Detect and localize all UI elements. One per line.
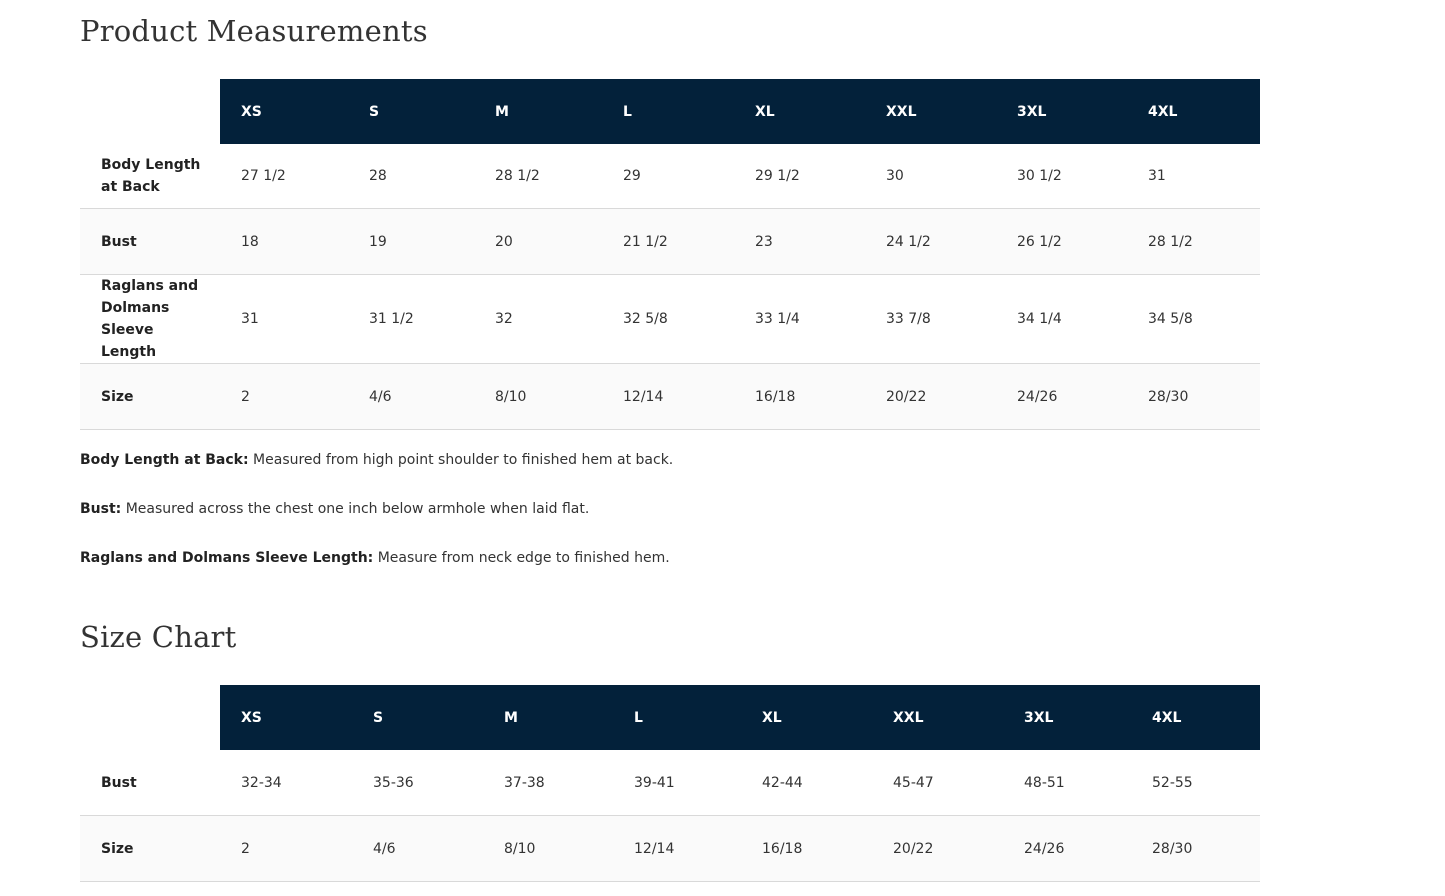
size-header: XL <box>741 685 872 750</box>
table-cell: 34 5/8 <box>1127 274 1260 364</box>
table-cell: 20 <box>474 208 602 275</box>
table-cell: 32 5/8 <box>602 274 734 364</box>
table-cell: 31 <box>1127 144 1260 209</box>
table-cell: 29 <box>602 144 734 209</box>
size-header: XXL <box>872 685 1003 750</box>
table-cell: 4/6 <box>352 815 483 882</box>
table-cell: 30 <box>865 144 996 209</box>
table-cell: 2 <box>220 815 352 882</box>
table-row: Bust 18 19 20 21 1/2 23 24 1/2 26 1/2 28… <box>80 208 1260 275</box>
note-text: Measured across the chest one inch below… <box>121 501 590 517</box>
table-cell: 20/22 <box>872 815 1003 882</box>
table-cell: 28/30 <box>1131 815 1260 882</box>
note-text: Measured from high point shoulder to fin… <box>248 452 674 468</box>
table-cell: 28 <box>348 144 474 209</box>
table-cell: 18 <box>220 208 348 275</box>
table-cell: 32-34 <box>220 750 352 816</box>
table-row: Body Length at Back 27 1/2 28 28 1/2 29 … <box>80 144 1260 209</box>
table-row: Size 2 4/6 8/10 12/14 16/18 20/22 24/26 … <box>80 815 1260 882</box>
table-row: Bust 32-34 35-36 37-38 39-41 42-44 45-47… <box>80 750 1260 816</box>
table-row: Raglans and Dolmans Sleeve Length 31 31 … <box>80 274 1260 364</box>
table-cell: 27 1/2 <box>220 144 348 209</box>
row-label: Raglans and Dolmans Sleeve Length <box>80 274 220 364</box>
table-cell: 16/18 <box>734 363 865 430</box>
size-header: 4XL <box>1127 79 1260 144</box>
table-cell: 48-51 <box>1003 750 1131 816</box>
table-cell: 26 1/2 <box>996 208 1127 275</box>
table-cell: 28/30 <box>1127 363 1260 430</box>
size-header: XS <box>220 685 352 750</box>
table-cell: 24 1/2 <box>865 208 996 275</box>
header-row: XS S M L XL XXL 3XL 4XL <box>80 79 1260 144</box>
row-label: Size <box>80 815 220 882</box>
table-row: Size 2 4/6 8/10 12/14 16/18 20/22 24/26 … <box>80 363 1260 430</box>
product-measurements-table: XS S M L XL XXL 3XL 4XL Body Length at B… <box>80 79 1260 430</box>
size-header: L <box>602 79 734 144</box>
table-cell: 4/6 <box>348 363 474 430</box>
table-cell: 23 <box>734 208 865 275</box>
size-header: S <box>348 79 474 144</box>
size-header: XL <box>734 79 865 144</box>
table-cell: 52-55 <box>1131 750 1260 816</box>
size-header: M <box>474 79 602 144</box>
size-chart-table: XS S M L XL XXL 3XL 4XL Bust 32-34 35-36… <box>80 685 1260 882</box>
table-cell: 16/18 <box>741 815 872 882</box>
table-cell: 21 1/2 <box>602 208 734 275</box>
measurement-notes: Body Length at Back: Measured from high … <box>80 451 1260 598</box>
table-cell: 24/26 <box>996 363 1127 430</box>
table-cell: 2 <box>220 363 348 430</box>
size-header: S <box>352 685 483 750</box>
note-term: Body Length at Back: <box>80 452 249 468</box>
table-cell: 12/14 <box>602 363 734 430</box>
table-cell: 34 1/4 <box>996 274 1127 364</box>
note-term: Raglans and Dolmans Sleeve Length: <box>80 550 374 566</box>
table-cell: 8/10 <box>474 363 602 430</box>
size-header: XS <box>220 79 348 144</box>
table-cell: 24/26 <box>1003 815 1131 882</box>
header-corner <box>80 79 220 144</box>
table-cell: 45-47 <box>872 750 1003 816</box>
table-cell: 12/14 <box>613 815 741 882</box>
table-cell: 33 7/8 <box>865 274 996 364</box>
size-header: 3XL <box>996 79 1127 144</box>
size-chart-title: Size Chart <box>80 620 237 654</box>
table-cell: 32 <box>474 274 602 364</box>
table-cell: 35-36 <box>352 750 483 816</box>
size-header: 3XL <box>1003 685 1131 750</box>
table-cell: 31 1/2 <box>348 274 474 364</box>
header-corner <box>80 685 220 750</box>
note-term: Bust: <box>80 501 122 517</box>
header-row: XS S M L XL XXL 3XL 4XL <box>80 685 1260 750</box>
table-cell: 39-41 <box>613 750 741 816</box>
size-header: M <box>483 685 613 750</box>
table-cell: 30 1/2 <box>996 144 1127 209</box>
product-measurements-title: Product Measurements <box>80 14 428 48</box>
table-cell: 33 1/4 <box>734 274 865 364</box>
table-cell: 29 1/2 <box>734 144 865 209</box>
row-label: Bust <box>80 750 220 816</box>
row-label: Body Length at Back <box>80 144 220 209</box>
table-cell: 28 1/2 <box>1127 208 1260 275</box>
size-header: L <box>613 685 741 750</box>
size-header: XXL <box>865 79 996 144</box>
table-cell: 42-44 <box>741 750 872 816</box>
row-label: Size <box>80 363 220 430</box>
note-sleeve-length: Raglans and Dolmans Sleeve Length: Measu… <box>80 549 1260 567</box>
table-cell: 19 <box>348 208 474 275</box>
row-label: Bust <box>80 208 220 275</box>
table-cell: 28 1/2 <box>474 144 602 209</box>
size-header: 4XL <box>1131 685 1260 750</box>
note-text: Measure from neck edge to finished hem. <box>373 550 670 566</box>
table-cell: 20/22 <box>865 363 996 430</box>
table-cell: 31 <box>220 274 348 364</box>
table-cell: 37-38 <box>483 750 613 816</box>
note-bust: Bust: Measured across the chest one inch… <box>80 500 1260 518</box>
table-cell: 8/10 <box>483 815 613 882</box>
note-body-length: Body Length at Back: Measured from high … <box>80 451 1260 469</box>
